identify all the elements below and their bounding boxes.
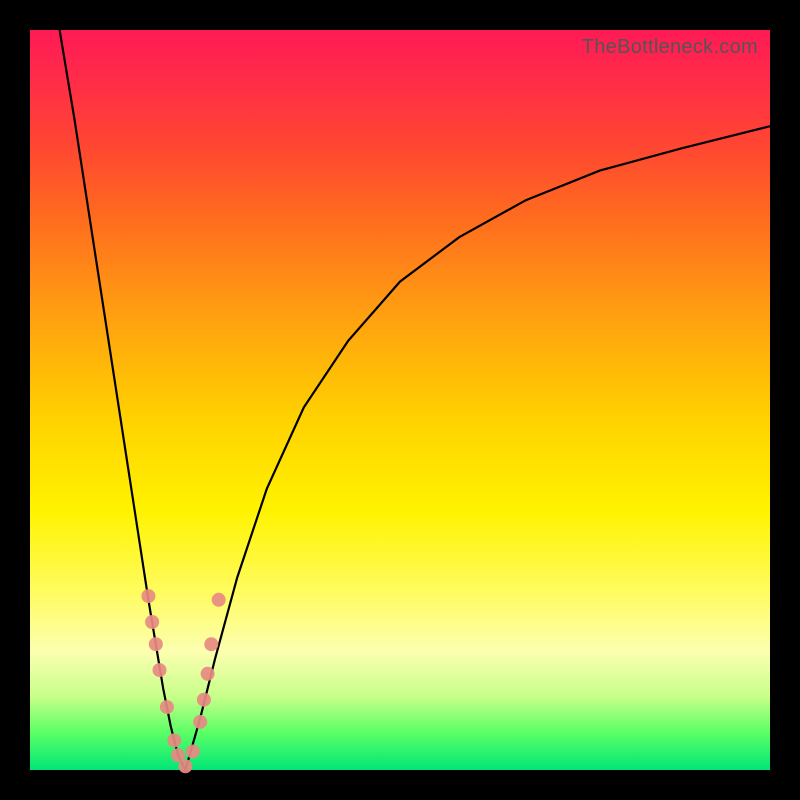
chart-frame: TheBottleneck.com xyxy=(0,0,800,800)
bead-marker xyxy=(160,700,174,714)
bead-marker xyxy=(149,637,163,651)
bead-marker xyxy=(186,745,200,759)
bead-marker xyxy=(167,733,181,747)
beads-group xyxy=(141,589,225,773)
bead-marker xyxy=(212,593,226,607)
chart-svg xyxy=(30,30,770,770)
bead-marker xyxy=(204,637,218,651)
curve-left xyxy=(60,30,186,770)
plot-area: TheBottleneck.com xyxy=(30,30,770,770)
bead-marker xyxy=(178,759,192,773)
bead-marker xyxy=(197,693,211,707)
curve-right xyxy=(185,126,770,770)
bead-marker xyxy=(153,663,167,677)
bead-marker xyxy=(145,615,159,629)
bead-marker xyxy=(141,589,155,603)
bead-marker xyxy=(201,667,215,681)
bead-marker xyxy=(193,715,207,729)
